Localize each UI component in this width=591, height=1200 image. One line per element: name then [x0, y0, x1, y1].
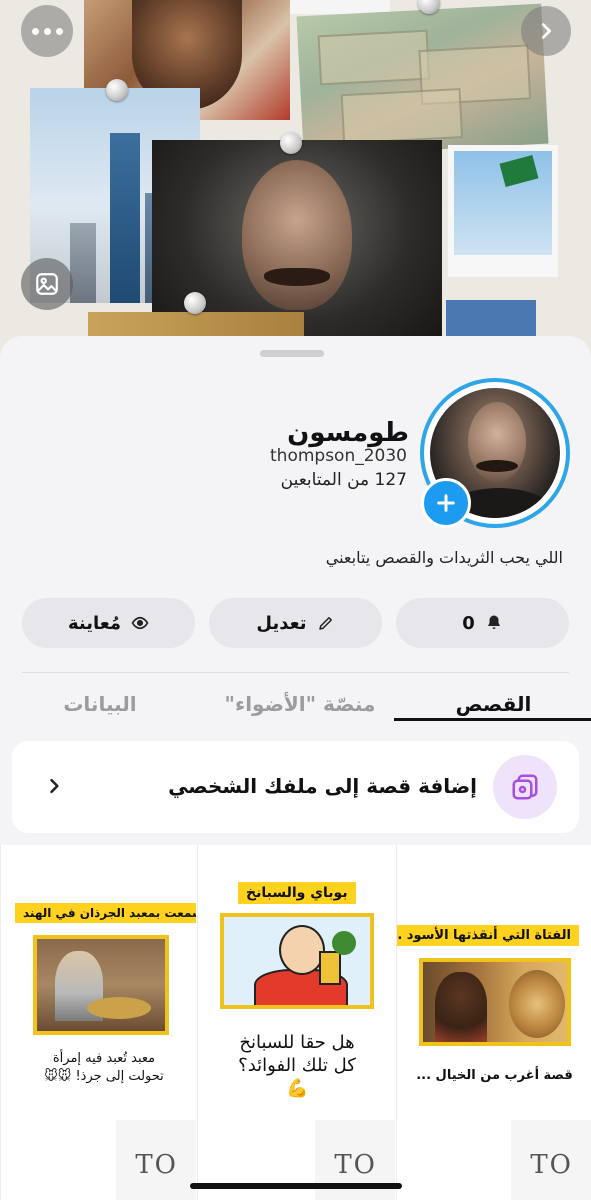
story-title-tag: بوباي والسبانخ — [238, 882, 356, 904]
story-card[interactable]: الفتاة التي أنقذتها الأسود ... قصة أغرب … — [396, 845, 591, 1200]
chevron-right-icon — [541, 23, 552, 39]
image-icon — [36, 273, 58, 295]
story-caption: هل حقا للسبانخ كل تلك الفوائد؟ — [238, 1032, 356, 1076]
story-thumbnail — [419, 958, 571, 1046]
notification-count: 0 — [462, 612, 475, 634]
forward-button[interactable] — [521, 6, 571, 56]
collage-flag-photo — [448, 145, 558, 277]
eye-icon — [131, 616, 149, 630]
change-background-button[interactable] — [21, 258, 73, 310]
tab-spotlight[interactable]: منصّة "الأضواء" — [205, 692, 395, 716]
more-horizontal-icon — [31, 27, 63, 35]
more-options-button[interactable] — [21, 5, 73, 57]
edit-label: تعديل — [256, 612, 307, 634]
preview-label: مُعاينة — [67, 612, 122, 634]
edit-profile-button[interactable]: تعديل — [209, 598, 382, 648]
add-story-icon — [493, 755, 557, 819]
home-indicator[interactable] — [190, 1183, 402, 1189]
pin-icon — [280, 132, 302, 154]
flexed-biceps-icon: 💪 — [286, 1078, 309, 1099]
pin-icon — [106, 79, 128, 101]
story-title-tag: هل سمعت بمعبد الجرذان في الهند — [15, 903, 196, 923]
notifications-button[interactable]: 0 — [396, 598, 569, 648]
story-thumbnail — [220, 913, 374, 1009]
watermark-logo: TO — [135, 1150, 178, 1180]
story-caption: قصة أغرب من الخيال ... — [416, 1068, 573, 1083]
watermark-logo: TO — [530, 1150, 573, 1180]
add-avatar-button[interactable] — [421, 478, 471, 528]
active-tab-indicator — [394, 718, 591, 721]
bell-icon — [487, 615, 500, 629]
collage-currency-photo — [296, 3, 549, 157]
sheet-grabber[interactable] — [260, 350, 324, 357]
profile-hero-collage — [0, 0, 591, 360]
divider — [22, 672, 569, 673]
story-card[interactable]: هل سمعت بمعبد الجرذان في الهند معبد تُعب… — [0, 845, 196, 1200]
story-title-tag: الفتاة التي أنقذتها الأسود ... — [397, 925, 579, 946]
story-thumbnail — [33, 935, 169, 1035]
tab-stories[interactable]: القصص — [396, 692, 591, 716]
pencil-icon — [318, 617, 332, 630]
plus-icon — [437, 494, 455, 512]
stories-grid: الفتاة التي أنقذتها الأسود ... قصة أغرب … — [0, 845, 591, 1200]
story-card[interactable]: بوباي والسبانخ هل حقا للسبانخ كل تلك الف… — [197, 845, 395, 1200]
chevron-right-icon — [50, 778, 59, 794]
watermark-logo: TO — [334, 1150, 377, 1180]
profile-bio: اللي يحب الثريدات والقصص يتابعني — [325, 548, 563, 567]
username[interactable]: thompson_2030 — [270, 446, 407, 466]
followers-count[interactable]: 127 من المتابعين — [281, 470, 407, 490]
add-story-to-profile-row[interactable]: إضافة قصة إلى ملفك الشخصي — [12, 741, 579, 833]
preview-button[interactable]: مُعاينة — [22, 598, 195, 648]
pin-icon — [184, 292, 206, 314]
story-caption: معبد تُعبد فيه إمرأة تحولت إلى جرذ! 🐭🐭 — [44, 1051, 164, 1084]
add-story-label: إضافة قصة إلى ملفك الشخصي — [168, 774, 477, 798]
display-name: طومسون — [287, 418, 409, 448]
tab-insights[interactable]: البيانات — [30, 692, 170, 716]
